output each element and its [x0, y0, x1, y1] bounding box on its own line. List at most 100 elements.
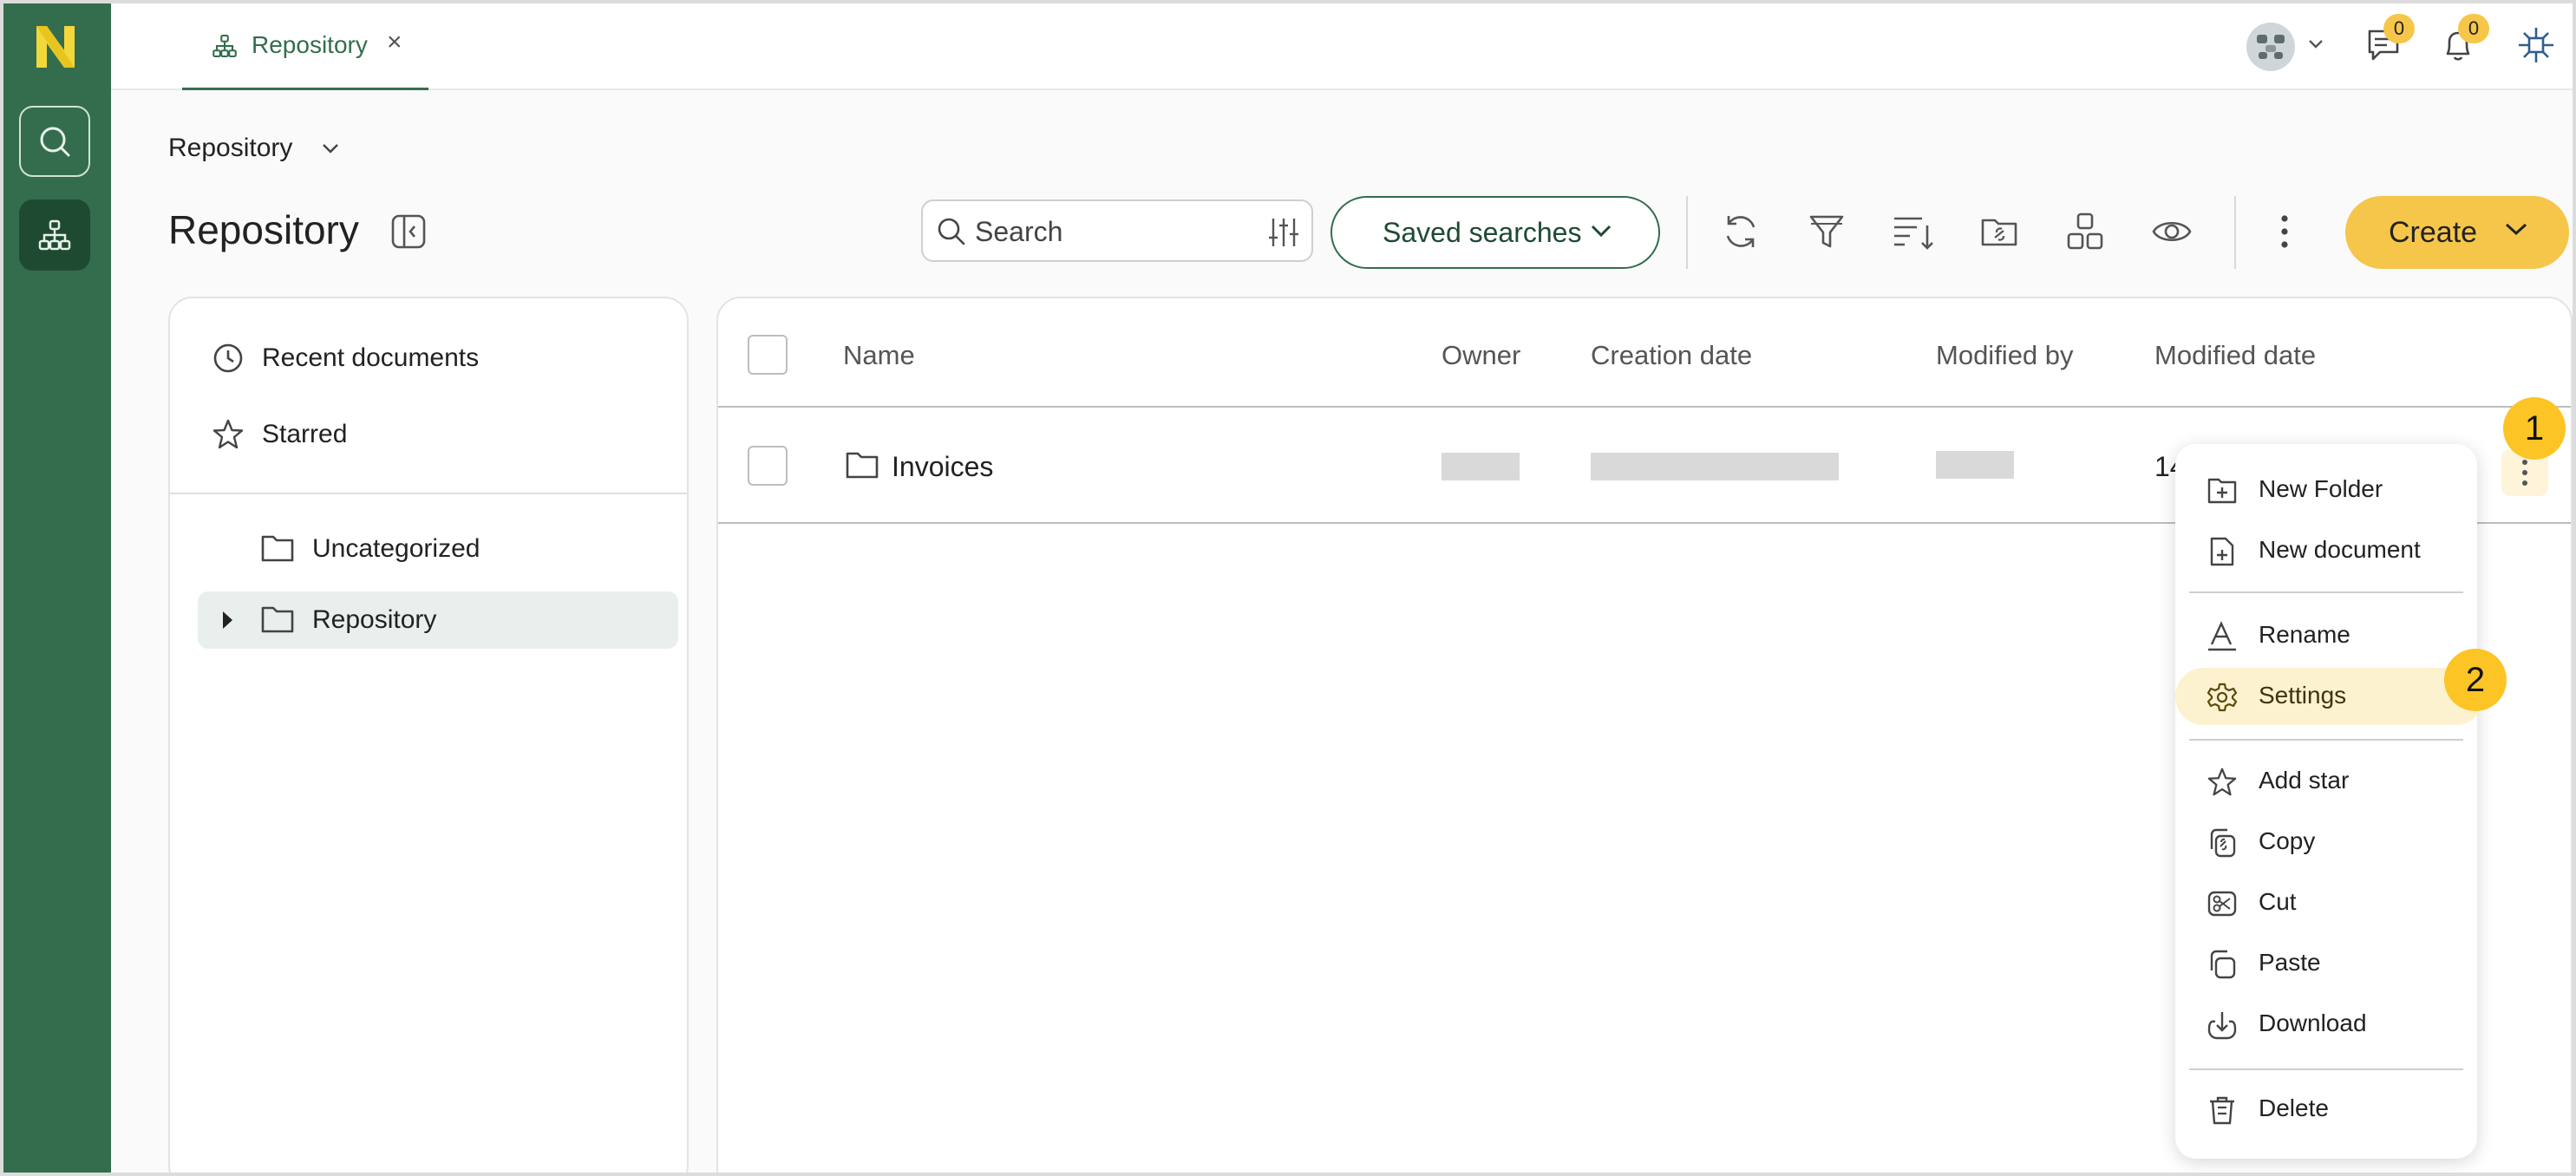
menu-item-delete[interactable]: Delete [2175, 1081, 2477, 1138]
step-callout-1: 1 [2503, 397, 2566, 460]
brand-mark-icon[interactable] [2515, 24, 2557, 66]
saved-searches-label: Saved searches [1383, 216, 1582, 248]
more-vertical-icon[interactable] [2276, 212, 2293, 252]
panel-divider [170, 493, 687, 494]
avatar-pattern-icon [2257, 35, 2285, 59]
menu-separator [2189, 591, 2463, 593]
menu-item-label: New Folder [2259, 475, 2383, 502]
chevron-down-icon[interactable] [2307, 38, 2324, 50]
menu-item-label: Settings [2259, 682, 2347, 709]
menu-separator [2189, 1068, 2463, 1070]
redacted-creation-date [1591, 453, 1839, 480]
folder-icon [260, 604, 295, 635]
menu-item-label: Add star [2259, 767, 2350, 794]
menu-item-cut[interactable]: Cut [2175, 874, 2477, 931]
select-all-checkbox[interactable] [748, 335, 788, 375]
create-button[interactable]: Create [2345, 196, 2569, 269]
row-name[interactable]: Invoices [892, 451, 993, 483]
sidebar-item-label: Starred [262, 420, 348, 448]
menu-item-new-folder[interactable]: New Folder [2175, 461, 2477, 519]
toolbar-divider [1686, 196, 1688, 269]
left-rail [3, 3, 111, 1173]
chevron-down-icon[interactable] [321, 142, 340, 154]
chevron-down-icon [2503, 220, 2529, 238]
chevron-down-icon [1589, 222, 1613, 239]
folder-link-icon[interactable] [1979, 212, 2019, 252]
menu-item-label: Delete [2259, 1094, 2329, 1121]
menu-item-settings[interactable]: Settings [2175, 668, 2484, 725]
step-callout-2: 2 [2444, 649, 2507, 711]
new-folder-icon [2207, 475, 2238, 506]
search-icon [935, 215, 968, 248]
menu-item-rename[interactable]: Rename [2175, 607, 2477, 664]
rename-icon [2207, 621, 2238, 652]
saved-searches-button[interactable]: Saved searches [1330, 196, 1660, 269]
new-document-icon [2207, 536, 2238, 567]
page-title: Repository [168, 207, 359, 252]
search-input[interactable] [975, 212, 1252, 252]
menu-item-label: Copy [2259, 827, 2316, 854]
app-logo-icon[interactable] [31, 23, 80, 71]
trash-icon [2207, 1094, 2238, 1126]
menu-item-label: Rename [2259, 621, 2350, 648]
gear-icon [2207, 682, 2238, 713]
menu-item-copy[interactable]: Copy [2175, 813, 2477, 871]
close-icon[interactable]: × [387, 28, 402, 57]
column-header-owner[interactable]: Owner [1442, 340, 1520, 371]
star-icon [2207, 767, 2238, 798]
menu-item-label: New document [2259, 536, 2421, 563]
rail-search-button[interactable] [19, 106, 90, 177]
menu-separator [2189, 739, 2463, 741]
rail-repository-button[interactable] [19, 199, 90, 271]
sidebar-item-label: Recent documents [262, 343, 480, 372]
context-menu: New Folder New document Rename Settings … [2175, 444, 2484, 1159]
tree-item-label: Uncategorized [312, 534, 481, 563]
column-header-creation-date[interactable]: Creation date [1591, 340, 1752, 371]
tree-item-label: Repository [312, 605, 437, 634]
sitemap-icon [212, 33, 238, 59]
column-header-modified-by[interactable]: Modified by [1936, 340, 2074, 371]
scissors-icon [2207, 888, 2238, 919]
paste-icon [2207, 949, 2238, 980]
more-vertical-icon [2522, 460, 2527, 486]
star-icon [212, 418, 245, 451]
copy-icon [2207, 827, 2238, 859]
menu-item-label: Download [2259, 1009, 2367, 1036]
menu-item-new-document[interactable]: New document [2175, 522, 2477, 579]
menu-item-paste[interactable]: Paste [2175, 935, 2477, 992]
avatar[interactable] [2246, 23, 2295, 71]
column-header-modified-date[interactable]: Modified date [2154, 340, 2316, 371]
collapse-panel-icon[interactable] [390, 213, 427, 250]
folder-icon [845, 449, 879, 480]
refresh-icon[interactable] [1721, 212, 1761, 252]
search-icon [40, 127, 70, 157]
download-icon [2207, 1009, 2238, 1041]
menu-item-add-star[interactable]: Add star [2175, 753, 2477, 810]
filter-icon[interactable] [1808, 212, 1846, 252]
create-label: Create [2389, 215, 2478, 249]
redacted-owner [1442, 453, 1520, 480]
grid-view-icon[interactable] [2066, 212, 2104, 252]
menu-item-label: Paste [2259, 949, 2321, 976]
eye-icon[interactable] [2151, 212, 2193, 252]
tab-label: Repository [252, 31, 368, 58]
redacted-modified-by [1936, 451, 2014, 479]
top-bar: Repository × [111, 3, 2573, 90]
navigation-panel: Recent documents Starred Uncategorized R… [168, 297, 689, 1173]
menu-item-label: Cut [2259, 888, 2297, 915]
tab-repository[interactable]: Repository × [182, 3, 428, 90]
toolbar-divider [2234, 196, 2236, 269]
menu-item-download[interactable]: Download [2175, 996, 2477, 1053]
row-checkbox[interactable] [748, 446, 788, 486]
app-window: Repository × 0 0 Repository Repository S… [0, 0, 2576, 1176]
breadcrumb[interactable]: Repository [168, 134, 292, 163]
messages-badge: 0 [2383, 14, 2415, 43]
column-header-name[interactable]: Name [843, 340, 915, 371]
clock-icon [212, 342, 245, 375]
caret-right-icon[interactable] [220, 609, 234, 631]
sort-icon[interactable] [1891, 212, 1934, 252]
sitemap-icon [38, 219, 71, 251]
search-field[interactable] [921, 199, 1313, 262]
header-divider [718, 406, 2571, 408]
sliders-icon[interactable] [1266, 217, 1301, 248]
